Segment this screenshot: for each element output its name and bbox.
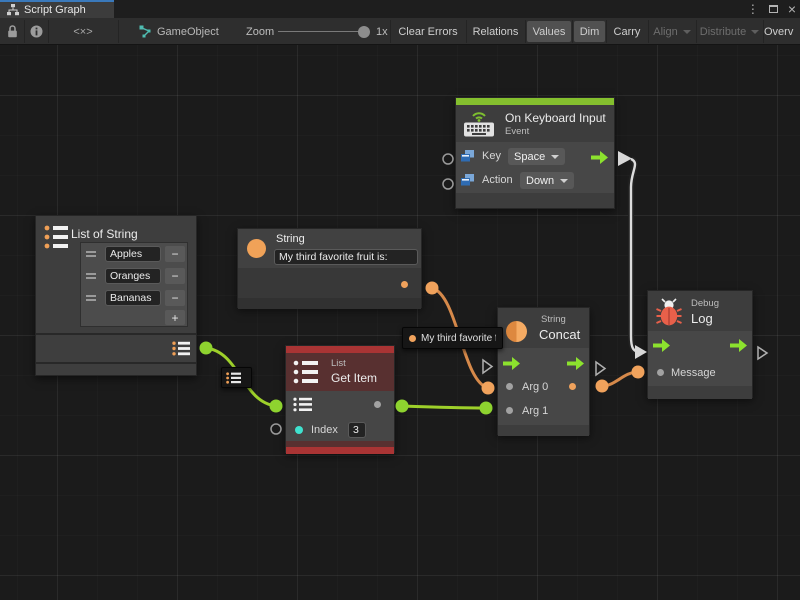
code-icon: <×>: [73, 26, 92, 38]
carry-button[interactable]: Carry: [607, 21, 647, 42]
message-input-port[interactable]: [632, 366, 645, 379]
concat-flow-out-port[interactable]: [596, 362, 605, 375]
distribute-button[interactable]: Distribute: [697, 21, 762, 42]
lock-button[interactable]: [0, 21, 24, 42]
info-icon: [30, 25, 43, 38]
graph-icon: [7, 4, 19, 16]
graph-canvas[interactable]: On Keyboard Input Event Key Space: [0, 45, 800, 600]
info-button[interactable]: [24, 21, 48, 42]
wire-item[interactable]: [402, 406, 486, 408]
zoom-slider-track[interactable]: [278, 31, 366, 32]
zoom-label: Zoom: [246, 26, 274, 38]
zoom-slider-handle[interactable]: [358, 26, 370, 38]
chevron-down-icon: [683, 30, 691, 34]
index-port[interactable]: [271, 424, 281, 434]
lock-icon: [7, 25, 18, 38]
string-type-dot: [409, 335, 416, 342]
graph-toolbar: <×> GameObject Zoom 1x Clear Errors Rela…: [0, 18, 800, 45]
overview-button[interactable]: Overv: [764, 21, 800, 42]
tooltip-text: My third favorite fr...: [421, 333, 496, 344]
title-bar: Script Graph ⋮ ×: [0, 0, 800, 18]
maximize-icon[interactable]: [769, 5, 778, 13]
log-flow-out-port[interactable]: [758, 347, 767, 359]
flow-out-port-triangle[interactable]: [618, 151, 632, 166]
action-port[interactable]: [443, 179, 453, 189]
list-value-tooltip: [221, 367, 252, 388]
string-output-port[interactable]: [426, 282, 439, 295]
tab-script-graph[interactable]: Script Graph: [0, 0, 114, 18]
string-value-tooltip: My third favorite fr...: [402, 327, 503, 349]
code-view-button[interactable]: <×>: [48, 21, 118, 42]
window-menu-icon[interactable]: ⋮: [747, 3, 759, 15]
key-port[interactable]: [443, 154, 453, 164]
flow-in-port-triangle[interactable]: [635, 345, 647, 359]
item-output-port[interactable]: [396, 400, 409, 413]
values-button[interactable]: Values: [527, 21, 571, 42]
align-button[interactable]: Align: [649, 21, 695, 42]
gameobject-label[interactable]: GameObject: [157, 26, 219, 38]
script-graph-window: Script Graph ⋮ × <×>: [0, 0, 800, 600]
gameobject-icon: [139, 25, 152, 38]
wire-layer: [0, 45, 800, 600]
close-icon[interactable]: ×: [788, 2, 796, 16]
chevron-down-icon: [751, 30, 759, 34]
relations-button[interactable]: Relations: [467, 21, 524, 42]
result-output-port[interactable]: [596, 380, 609, 393]
list-icon: [226, 372, 241, 384]
dim-button[interactable]: Dim: [574, 21, 605, 42]
arg0-port[interactable]: [482, 382, 495, 395]
tab-title: Script Graph: [24, 4, 86, 16]
list-input-port[interactable]: [270, 400, 283, 413]
list-output-port[interactable]: [200, 342, 213, 355]
arg1-port[interactable]: [480, 402, 493, 415]
concat-flow-in-port[interactable]: [483, 360, 492, 373]
zoom-value: 1x: [376, 26, 388, 38]
clear-errors-button[interactable]: Clear Errors: [391, 21, 465, 42]
